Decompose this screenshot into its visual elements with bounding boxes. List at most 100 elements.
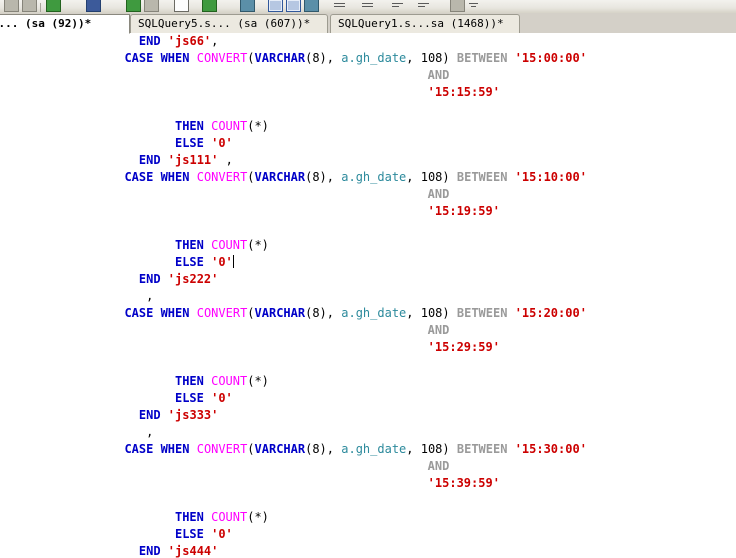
code-line[interactable]: AND: [0, 67, 587, 84]
code-line[interactable]: [0, 101, 587, 118]
code-token: CASE: [124, 51, 154, 65]
uncomment-lines-icon[interactable]: [360, 0, 377, 13]
arrow-down-icon[interactable]: [84, 0, 101, 13]
code-line[interactable]: THEN COUNT(*): [0, 118, 587, 135]
code-token: ): [442, 51, 457, 65]
results-to-text-icon[interactable]: [172, 0, 189, 13]
code-token: COUNT: [211, 374, 248, 388]
code-line[interactable]: CASE WHEN CONVERT(VARCHAR(8), a.gh_date,…: [0, 441, 587, 458]
display-estimated-plan-icon[interactable]: [302, 0, 319, 13]
code-line[interactable]: THEN COUNT(*): [0, 237, 587, 254]
include-client-statistics-icon[interactable]: [284, 0, 301, 13]
results-to-file-icon[interactable]: [238, 0, 255, 13]
code-line[interactable]: END 'js444': [0, 543, 587, 558]
code-line[interactable]: CASE WHEN CONVERT(VARCHAR(8), a.gh_date,…: [0, 169, 587, 186]
code-line[interactable]: END 'js333': [0, 407, 587, 424]
code-line[interactable]: ELSE '0': [0, 135, 587, 152]
code-token: 'js222': [167, 272, 219, 286]
toolbar-overflow-icon[interactable]: [466, 0, 483, 13]
code-token: COUNT: [211, 119, 248, 133]
code-line[interactable]: END 'js66',: [0, 33, 587, 50]
comment-lines-icon[interactable]: [332, 0, 349, 13]
increase-indent-icon[interactable]: [416, 0, 433, 13]
code-line[interactable]: THEN COUNT(*): [0, 509, 587, 526]
code-token: '15:19:59': [427, 204, 500, 218]
check-parse-icon[interactable]: [124, 0, 141, 13]
code-line[interactable]: THEN COUNT(*): [0, 373, 587, 390]
code-token: ELSE: [174, 527, 204, 541]
code-token: CASE: [124, 442, 154, 456]
code-token: '15:15:59': [427, 85, 500, 99]
code-line[interactable]: END 'js111' ,: [0, 152, 587, 169]
code-token: COUNT: [211, 510, 248, 524]
decrease-indent-icon[interactable]: [390, 0, 407, 13]
code-line[interactable]: ,: [0, 424, 587, 441]
document-tab-strip[interactable]: SQLQuery1.s...sa (1468))* SQLQuery5.s...…: [0, 13, 736, 34]
code-token: THEN: [174, 238, 204, 252]
code-token: VARCHAR: [254, 51, 306, 65]
code-token: '15:10:00': [514, 170, 587, 184]
code-token: a.gh_date: [341, 306, 407, 320]
code-token: AND: [427, 459, 450, 473]
help-icon[interactable]: [20, 0, 37, 13]
code-token: 108: [420, 306, 443, 320]
code-token: (: [247, 306, 255, 320]
results-to-grid-icon[interactable]: [200, 0, 217, 13]
code-token: ,: [326, 442, 342, 456]
code-token: THEN: [174, 119, 204, 133]
editor-toolbar[interactable]: [0, 0, 736, 14]
code-token: a.gh_date: [341, 51, 407, 65]
tab-sqlquery1[interactable]: SQLQuery1.s...sa (1468))*: [330, 14, 520, 33]
code-token: 'js111': [167, 153, 219, 167]
sql-source-text[interactable]: END 'js66', CASE WHEN CONVERT(VARCHAR(8),…: [0, 33, 587, 558]
code-token: (: [247, 51, 255, 65]
code-line[interactable]: END 'js222': [0, 271, 587, 288]
code-token: ,: [406, 51, 421, 65]
code-token: 108: [420, 442, 443, 456]
code-token: '0': [211, 136, 233, 150]
code-token: END: [138, 34, 161, 48]
code-token: (*): [247, 119, 269, 133]
code-token: a.gh_date: [341, 442, 407, 456]
code-token: ELSE: [174, 391, 204, 405]
debug-icon[interactable]: [2, 0, 19, 13]
code-line[interactable]: AND: [0, 322, 587, 339]
code-token: CONVERT: [196, 306, 248, 320]
code-line[interactable]: '15:29:59': [0, 339, 587, 356]
code-token: ,: [211, 34, 219, 48]
code-line[interactable]: ELSE '0': [0, 254, 587, 271]
code-token: END: [138, 408, 161, 422]
code-line[interactable]: ,: [0, 288, 587, 305]
code-line[interactable]: AND: [0, 458, 587, 475]
code-token: 108: [420, 51, 443, 65]
code-line[interactable]: '15:19:59': [0, 203, 587, 220]
code-token: ,: [218, 153, 233, 167]
tab-query8[interactable]: y8.s... (sa (92))*: [0, 14, 130, 34]
code-token: CONVERT: [196, 170, 248, 184]
code-token: CASE: [124, 306, 154, 320]
tab-sqlquery5[interactable]: SQLQuery5.s... (sa (607))*: [130, 14, 328, 33]
code-line[interactable]: CASE WHEN CONVERT(VARCHAR(8), a.gh_date,…: [0, 50, 587, 67]
include-actual-plan-icon[interactable]: [266, 0, 283, 13]
bookmark-icon[interactable]: [448, 0, 465, 13]
code-line[interactable]: ELSE '0': [0, 390, 587, 407]
sql-code-editor[interactable]: END 'js66', CASE WHEN CONVERT(VARCHAR(8),…: [0, 33, 736, 558]
code-line[interactable]: AND: [0, 186, 587, 203]
design-query-icon[interactable]: [142, 0, 159, 13]
code-line[interactable]: [0, 492, 587, 509]
code-line[interactable]: ELSE '0': [0, 526, 587, 543]
code-line[interactable]: [0, 220, 587, 237]
code-line[interactable]: CASE WHEN CONVERT(VARCHAR(8), a.gh_date,…: [0, 305, 587, 322]
code-line[interactable]: '15:39:59': [0, 475, 587, 492]
execute-icon[interactable]: [44, 0, 61, 13]
code-line[interactable]: [0, 356, 587, 373]
code-line[interactable]: '15:15:59': [0, 84, 587, 101]
